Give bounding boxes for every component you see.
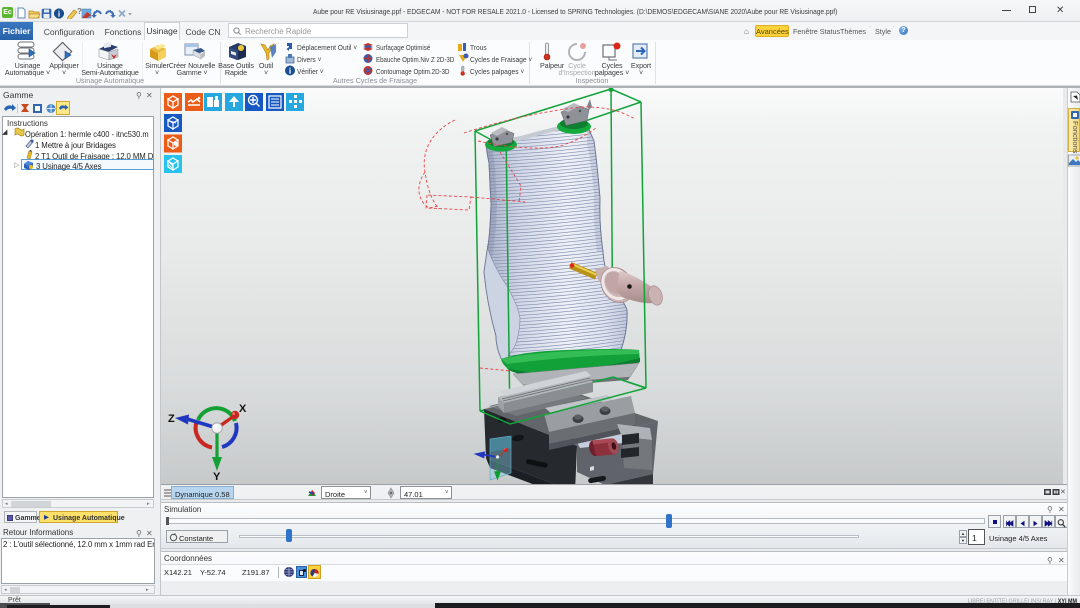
svg-text:X: X — [239, 403, 247, 415]
svg-text:Y: Y — [213, 471, 221, 483]
svg-text:?: ? — [77, 7, 82, 16]
svg-text:Z: Z — [168, 413, 175, 425]
